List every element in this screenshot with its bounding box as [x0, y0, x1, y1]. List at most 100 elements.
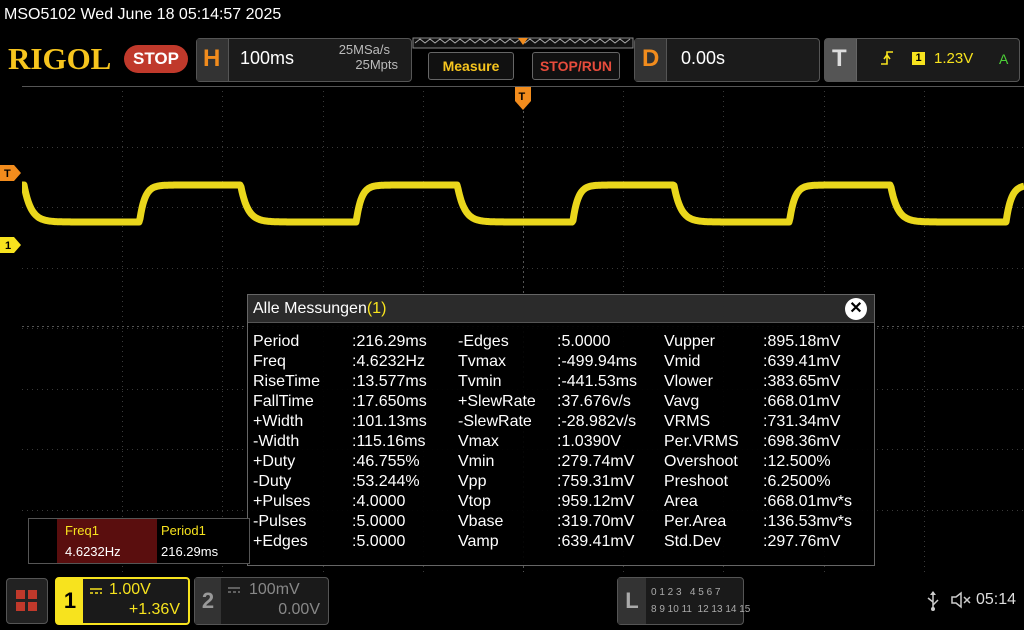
grid-menu-icon	[16, 590, 37, 611]
speaker-muted-icon[interactable]	[950, 590, 974, 610]
rigol-logo: RIGOL	[8, 41, 112, 76]
clock-time: 05:14	[976, 591, 1017, 608]
frequency-counter-panel[interactable]: Freq1 4.6232Hz Period1 216.29ms	[28, 518, 250, 564]
measurement-value: :53.244%	[352, 473, 420, 490]
measurement-name: -Duty	[253, 473, 292, 490]
rising-edge-icon	[881, 51, 893, 65]
measurement-value: :136.53mv*s	[763, 513, 852, 530]
measurement-panel-header: Alle Messungen(1) ✕	[248, 295, 874, 323]
logic-channels-row1: 0 1 2 3 4 5 6 7	[651, 587, 721, 598]
measurement-name: Period	[253, 333, 300, 350]
measurement-name: FallTime	[253, 393, 314, 410]
measurement-value: :4.6232Hz	[352, 353, 425, 370]
trigger-position-marker[interactable]: T	[515, 87, 531, 111]
channel1-panel[interactable]: 1 1.00V +1.36V	[55, 577, 190, 625]
svg-text:1: 1	[5, 240, 11, 252]
measurement-value: :46.755%	[352, 453, 420, 470]
measurement-name: Vmax	[458, 433, 499, 450]
measurement-name: Vbase	[458, 513, 504, 530]
measurement-name: +Pulses	[253, 493, 311, 510]
measurement-value: :5.0000	[352, 513, 406, 530]
trigger-level-value: 1.23V	[934, 50, 974, 67]
close-icon[interactable]: ✕	[845, 298, 867, 320]
measurement-name: +Duty	[253, 453, 296, 470]
logic-analyzer-panel[interactable]: L 0 1 2 3 4 5 6 7 8 9 10 11 12 13 14 15	[617, 577, 750, 625]
measurement-name: Vmid	[664, 353, 701, 370]
measurement-value: :-441.53ms	[557, 373, 638, 390]
channel2-number: 2	[195, 578, 221, 624]
trigger-level-marker[interactable]: T	[0, 165, 22, 181]
trigger-source-badge: 1	[912, 52, 925, 65]
measurement-value: :12.500%	[763, 453, 831, 470]
stop-run-button[interactable]: STOP/RUN	[532, 52, 620, 80]
measurement-value: :37.676v/s	[557, 393, 631, 410]
measurement-name: -SlewRate	[458, 413, 532, 430]
measurement-name: Vtop	[458, 493, 491, 510]
freq-counter-value: 4.6232Hz	[65, 544, 121, 559]
freq-counter-label: Freq1	[65, 523, 99, 538]
home-menu-button[interactable]	[6, 578, 48, 624]
measurement-value: :101.13ms	[352, 413, 427, 430]
svg-text:T: T	[4, 168, 11, 180]
channel2-scale: 100mV	[249, 581, 300, 598]
measurement-name: -Edges	[458, 333, 509, 350]
measurement-name: Per.VRMS	[664, 433, 739, 450]
channel1-scale: 1.00V	[109, 581, 151, 598]
period-counter-value: 216.29ms	[161, 544, 219, 559]
measurement-value: :319.70mV	[557, 513, 635, 530]
measurement-value: :-499.94ms	[557, 353, 638, 370]
measurement-panel-title: Alle Messungen(1)	[253, 300, 387, 317]
channel1-number: 1	[57, 579, 83, 623]
channel2-panel[interactable]: 2 100mV 0.00V	[194, 577, 329, 625]
svg-text:T: T	[519, 91, 526, 103]
measurement-name: Tvmin	[458, 373, 502, 390]
measurement-name: Vmin	[458, 453, 495, 470]
measure-button[interactable]: Measure	[428, 52, 514, 80]
measurement-name: +Edges	[253, 533, 308, 550]
run-state-badge[interactable]: STOP	[124, 45, 188, 73]
measurement-name: Overshoot	[664, 453, 738, 470]
measurement-value: :668.01mv*s	[763, 493, 852, 510]
measurement-name: Vavg	[664, 393, 700, 410]
measurement-name: Std.Dev	[664, 533, 721, 550]
measurement-name: +SlewRate	[458, 393, 536, 410]
window-title: MSO5102 Wed June 18 05:14:57 2025	[4, 6, 282, 23]
measurement-value: :5.0000	[352, 533, 406, 550]
measurement-name: -Width	[253, 433, 300, 450]
measurement-name: Area	[664, 493, 698, 510]
measurement-value: :639.41mV	[557, 533, 635, 550]
delay-panel[interactable]	[634, 38, 820, 82]
sample-rate: 25MSa/s	[338, 42, 390, 57]
measurement-value: :279.74mV	[557, 453, 635, 470]
measurement-name: Vpp	[458, 473, 487, 490]
measurement-value: :959.12mV	[557, 493, 635, 510]
measurement-name: Vamp	[458, 533, 499, 550]
measurement-value: :6.2500%	[763, 473, 831, 490]
horizontal-letter: H	[203, 45, 221, 72]
logic-letter: L	[618, 578, 646, 624]
delay-letter: D	[642, 45, 660, 72]
memory-depth: 25Mpts	[355, 57, 398, 72]
period-counter-label: Period1	[161, 523, 206, 538]
timebase-value: 100ms	[240, 48, 295, 68]
measurement-value: :297.76mV	[763, 533, 841, 550]
measurement-name: Vlower	[664, 373, 713, 390]
measurement-value: :895.18mV	[763, 333, 841, 350]
measurement-value: :698.36mV	[763, 433, 841, 450]
measurement-value: :5.0000	[557, 333, 611, 350]
measurement-name: Per.Area	[664, 513, 727, 530]
logic-channels-row2: 8 9 10 11 12 13 14 15	[651, 604, 751, 615]
channel1-ground-marker[interactable]: 1	[0, 237, 22, 253]
measurement-name: +Width	[253, 413, 304, 430]
measurement-value: :383.65mV	[763, 373, 841, 390]
dc-coupling-icon	[90, 588, 102, 594]
measurement-value: :17.650ms	[352, 393, 427, 410]
measurement-value: :1.0390V	[557, 433, 622, 450]
channel2-offset: 0.00V	[278, 601, 320, 618]
memory-position-strip[interactable]	[412, 36, 634, 50]
measurement-panel: Alle Messungen(1) ✕ Period:216.29ms Freq:…	[247, 294, 875, 566]
measurement-value: :639.41mV	[763, 353, 841, 370]
measurement-value: :4.0000	[352, 493, 406, 510]
measurement-name: Vupper	[664, 333, 715, 350]
measurement-value: :216.29ms	[352, 333, 427, 350]
